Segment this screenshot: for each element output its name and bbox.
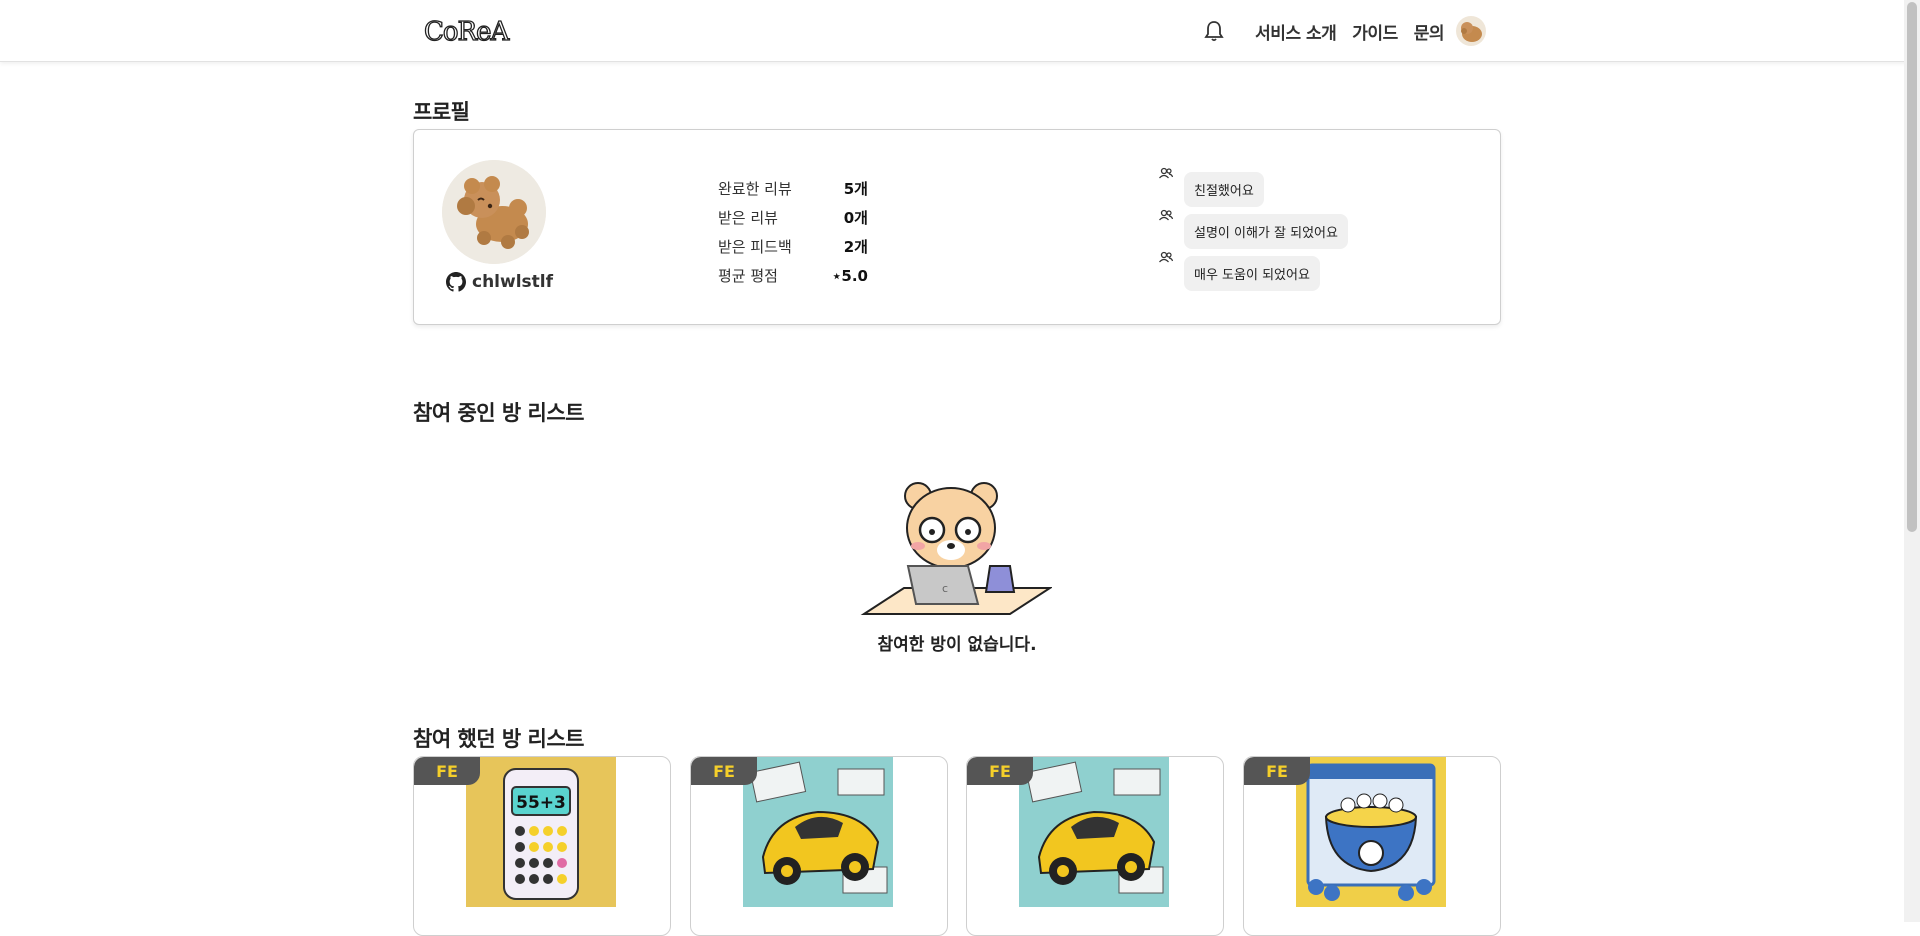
- github-icon: [446, 272, 466, 292]
- racing-car-thumbnail: [743, 757, 893, 907]
- lotto-cup-thumbnail: [1296, 757, 1446, 907]
- people-icon: [1159, 209, 1174, 221]
- participating-rooms-title: 참여 중인 방 리스트: [413, 401, 585, 425]
- stat-label: 받은 피드백: [718, 238, 792, 256]
- stat-completed-reviews: 완료한 리뷰 5개: [718, 174, 868, 203]
- racing-car-thumbnail: [1019, 757, 1169, 907]
- github-account[interactable]: chlwlstlf: [446, 272, 553, 292]
- bell-icon[interactable]: [1203, 19, 1225, 43]
- feedback-chip: 친절했어요: [1184, 172, 1264, 207]
- participated-rooms-title: 참여 했던 방 리스트: [413, 727, 585, 751]
- corea-logo[interactable]: CoReA: [424, 14, 524, 48]
- nav-menu: 서비스 소개 가이드 문의: [1203, 14, 1486, 48]
- profile-card: chlwlstlf 완료한 리뷰 5개 받은 리뷰 0개 받은 피드백 2개 평…: [413, 129, 1501, 325]
- feedback-item: 친절했어요: [1158, 166, 1348, 208]
- stat-label: 받은 리뷰: [718, 209, 778, 227]
- svg-text:55+3: 55+3: [516, 793, 566, 813]
- feedback-item: 매우 도움이 되었어요: [1158, 250, 1348, 292]
- bear-with-laptop-illustration: c: [860, 482, 1052, 615]
- profile-section-title: 프로필: [413, 100, 470, 124]
- logo-text: CoReA: [424, 17, 511, 47]
- stat-average-rating: 평균 평점 ⋆5.0: [718, 261, 868, 290]
- empty-rooms-message: 참여한 방이 없습니다.: [877, 635, 1037, 655]
- stat-received-feedback: 받은 피드백 2개: [718, 232, 868, 261]
- room-category-badge: FE: [1244, 757, 1310, 785]
- feedback-item: 설명이 이해가 잘 되었어요: [1158, 208, 1348, 250]
- stat-value: 2개: [843, 238, 868, 256]
- nav-inquiry[interactable]: 문의: [1414, 19, 1445, 44]
- feedback-chip: 매우 도움이 되었어요: [1184, 256, 1320, 291]
- room-card[interactable]: FE 55+3: [413, 756, 671, 936]
- stat-label: 평균 평점: [718, 267, 778, 285]
- people-icon: [1159, 167, 1174, 179]
- top-navigation-bar: CoReA 서비스 소개 가이드 문의: [0, 0, 1916, 62]
- user-avatar[interactable]: [1456, 16, 1486, 46]
- nav-guide[interactable]: 가이드: [1352, 19, 1398, 44]
- room-card[interactable]: FE: [690, 756, 948, 936]
- room-category-badge: FE: [967, 757, 1033, 785]
- stat-label: 완료한 리뷰: [718, 180, 792, 198]
- calculator-thumbnail: 55+3: [466, 757, 616, 907]
- page-scrollbar[interactable]: [1904, 0, 1920, 922]
- github-username: chlwlstlf: [472, 272, 554, 292]
- nav-service-intro[interactable]: 서비스 소개: [1255, 19, 1337, 44]
- stat-value: 0개: [843, 209, 868, 227]
- room-category-badge: FE: [691, 757, 757, 785]
- room-category-badge: FE: [414, 757, 480, 785]
- svg-text:c: c: [942, 582, 948, 595]
- room-card[interactable]: FE: [966, 756, 1224, 936]
- stat-value: ⋆5.0: [832, 266, 868, 285]
- people-icon: [1159, 251, 1174, 263]
- scrollbar-thumb[interactable]: [1907, 2, 1917, 532]
- review-stats: 완료한 리뷰 5개 받은 리뷰 0개 받은 피드백 2개 평균 평점 ⋆5.0: [718, 174, 868, 290]
- profile-avatar: [442, 160, 546, 264]
- stat-value: 5개: [843, 180, 868, 198]
- room-card[interactable]: FE: [1243, 756, 1501, 936]
- feedback-keyword-list: 친절했어요 설명이 이해가 잘 되었어요 매우 도움이 되었어요: [1158, 166, 1348, 292]
- feedback-chip: 설명이 이해가 잘 되었어요: [1184, 214, 1348, 249]
- stat-received-reviews: 받은 리뷰 0개: [718, 203, 868, 232]
